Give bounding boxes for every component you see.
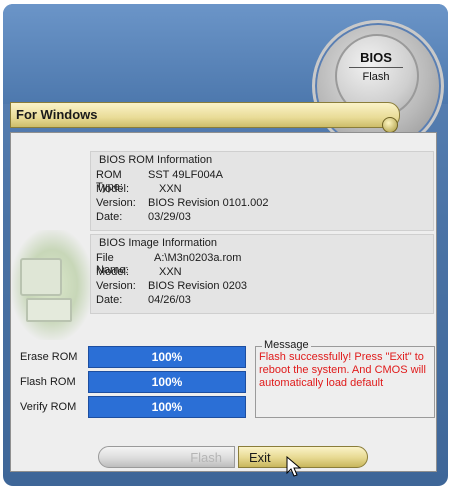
exit-button[interactable]: Exit	[238, 446, 368, 468]
image-info-box: BIOS Image Information File Name: A:\M3n…	[90, 234, 434, 314]
verify-rom-label: Verify ROM	[20, 401, 77, 413]
rom-info-value: SST 49LF004A	[148, 169, 224, 181]
rom-info-value: BIOS Revision 0101.002	[148, 197, 269, 209]
flash-rom-label: Flash ROM	[20, 376, 76, 388]
image-info-value: XXN	[159, 266, 182, 278]
computer-monitor-icon	[20, 258, 62, 296]
page-title: For Windows	[16, 107, 98, 122]
flash-button[interactable]: Flash	[98, 446, 235, 468]
image-info-heading: BIOS Image Information	[99, 237, 217, 249]
title-knob-icon	[382, 117, 398, 133]
message-text: Flash successfully! Press "Exit" to rebo…	[259, 351, 426, 389]
mouse-cursor-icon	[286, 456, 302, 477]
image-info-value: BIOS Revision 0203	[148, 280, 248, 292]
erase-rom-progress: 100%	[88, 346, 246, 368]
rom-info-value: XXN	[159, 183, 182, 195]
image-info-key: Date:	[96, 294, 123, 306]
image-info-key: Version:	[96, 280, 136, 292]
verify-rom-progress: 100%	[88, 396, 246, 418]
rom-info-heading: BIOS ROM Information	[99, 154, 213, 166]
rom-info-box: BIOS ROM Information ROM Type: SST 49LF0…	[90, 151, 434, 231]
image-info-value: 04/26/03	[148, 294, 191, 306]
logo-title: BIOS	[360, 50, 392, 65]
logo-subtitle: Flash	[362, 71, 390, 83]
image-info-key: Model:	[96, 266, 130, 278]
message-legend: Message	[262, 339, 311, 351]
rom-info-key: Version:	[96, 197, 136, 209]
rom-info-key: Date:	[96, 211, 123, 223]
computer-base-icon	[26, 298, 72, 322]
rom-info-key: Model:	[96, 183, 130, 195]
erase-rom-label: Erase ROM	[20, 351, 78, 363]
flash-rom-progress: 100%	[88, 371, 246, 393]
logo-divider	[349, 67, 403, 68]
rom-info-value: 03/29/03	[148, 211, 191, 223]
image-info-value: A:\M3n0203a.rom	[154, 252, 242, 264]
